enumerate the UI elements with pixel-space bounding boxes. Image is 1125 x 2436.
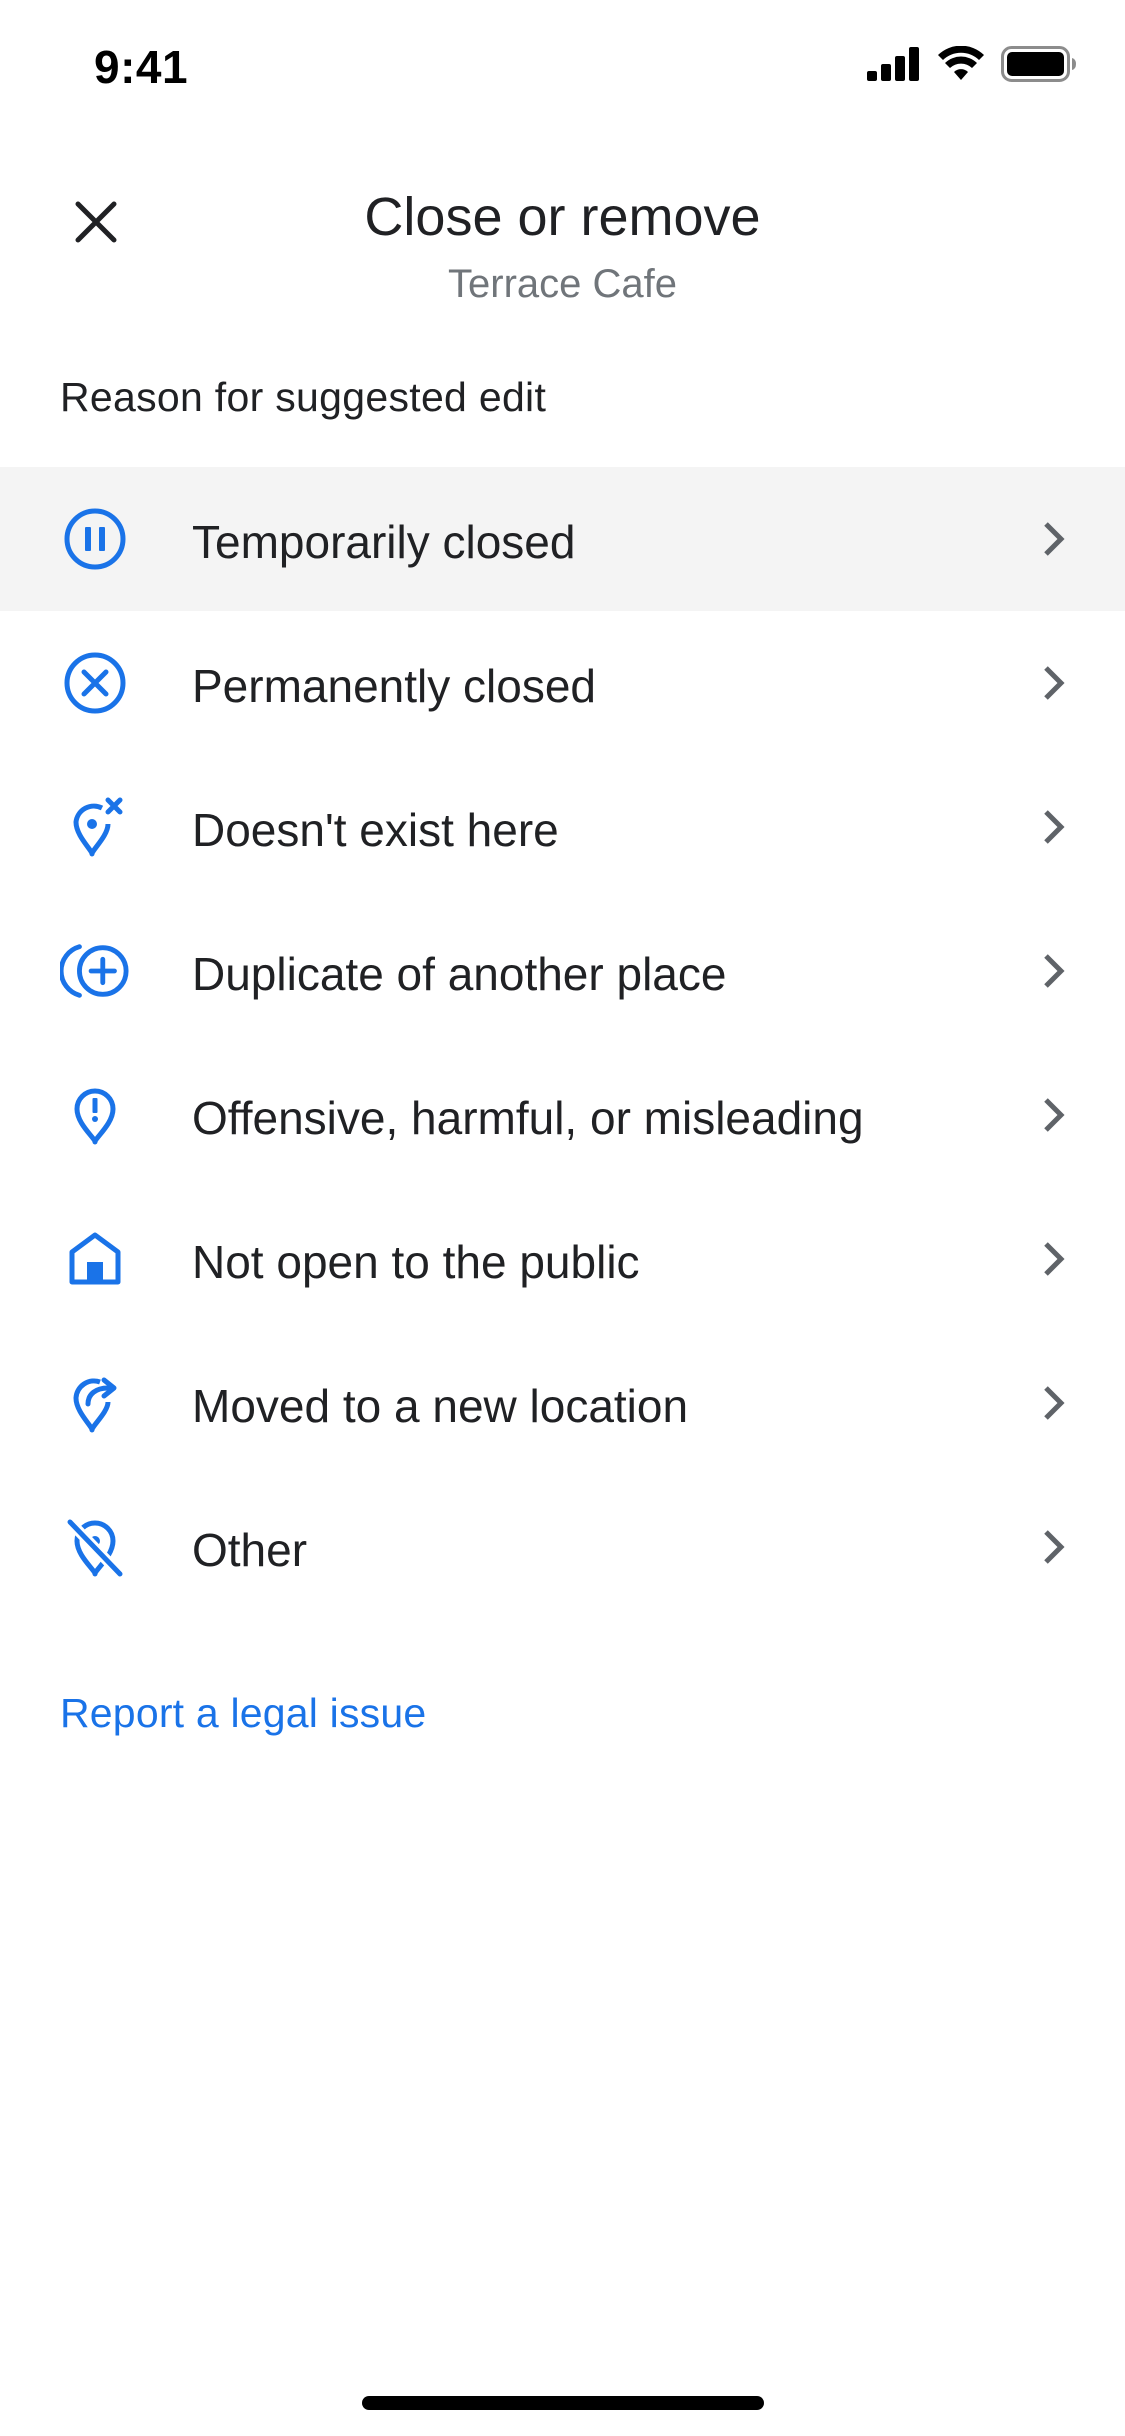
chevron-right-icon	[1029, 515, 1077, 563]
reason-temporarily-closed[interactable]: Temporarily closed	[0, 467, 1125, 611]
reason-label: Moved to a new location	[192, 1380, 689, 1432]
cellular-signal-icon	[867, 47, 921, 81]
location-remove-icon	[60, 792, 130, 862]
reason-offensive[interactable]: Offensive, harmful, or misleading	[0, 1043, 1125, 1187]
home-indicator[interactable]	[362, 2396, 764, 2410]
battery-icon	[1001, 46, 1077, 82]
chevron-right-icon	[1029, 803, 1077, 851]
reason-label: Offensive, harmful, or misleading	[192, 1092, 864, 1144]
place-name: Terrace Cafe	[448, 262, 677, 306]
reason-label: Doesn't exist here	[192, 804, 559, 856]
cancel-circle-icon	[60, 648, 130, 718]
chevron-right-icon	[1029, 1379, 1077, 1427]
reason-doesnt-exist[interactable]: Doesn't exist here	[0, 755, 1125, 899]
report-legal-issue-link[interactable]: Report a legal issue	[60, 1690, 426, 1737]
reason-label: Permanently closed	[192, 660, 596, 712]
chevron-right-icon	[1029, 947, 1077, 995]
reason-label: Other	[192, 1524, 308, 1576]
wifi-icon	[937, 46, 985, 82]
pause-circle-icon	[60, 504, 130, 574]
chevron-right-icon	[1029, 1091, 1077, 1139]
status-icons	[867, 46, 1077, 82]
page-title: Close or remove	[364, 187, 761, 247]
reason-duplicate[interactable]: Duplicate of another place	[0, 899, 1125, 1043]
status-bar: 9:41	[0, 0, 1125, 132]
reason-label: Not open to the public	[192, 1236, 640, 1288]
location-alert-icon	[60, 1080, 130, 1150]
location-off-icon	[60, 1512, 130, 1582]
reason-label: Temporarily closed	[192, 516, 576, 568]
reason-not-public[interactable]: Not open to the public	[0, 1187, 1125, 1331]
status-time: 9:41	[94, 41, 189, 93]
duplicate-add-icon	[60, 936, 130, 1006]
reason-label: Duplicate of another place	[192, 948, 727, 1000]
header: Close or remove Terrace Cafe	[0, 160, 1125, 320]
section-label: Reason for suggested edit	[60, 374, 547, 420]
reason-list: Temporarily closed Permanently closed Do…	[0, 467, 1125, 1619]
location-moved-icon	[60, 1368, 130, 1438]
reason-permanently-closed[interactable]: Permanently closed	[0, 611, 1125, 755]
reason-moved[interactable]: Moved to a new location	[0, 1331, 1125, 1475]
chevron-right-icon	[1029, 659, 1077, 707]
chevron-right-icon	[1029, 1235, 1077, 1283]
home-icon	[60, 1224, 130, 1294]
chevron-right-icon	[1029, 1523, 1077, 1571]
reason-other[interactable]: Other	[0, 1475, 1125, 1619]
